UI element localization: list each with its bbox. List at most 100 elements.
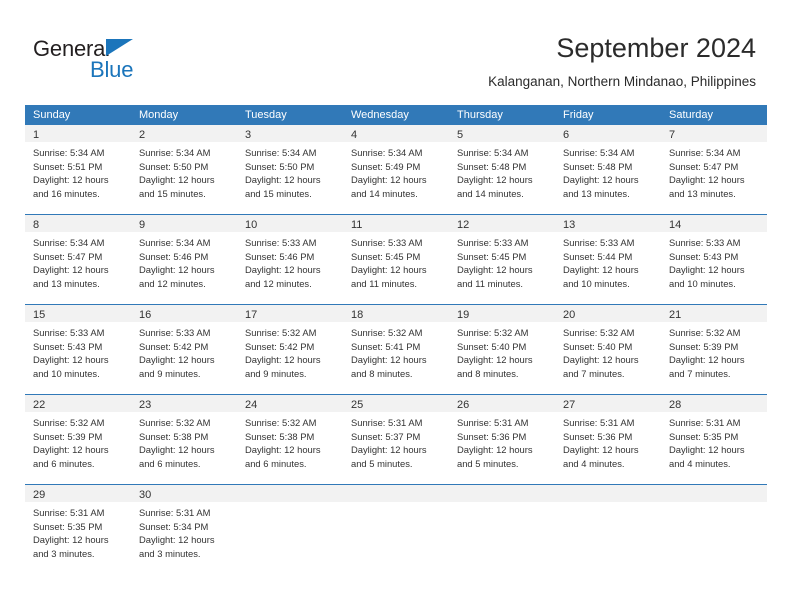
day-cell[interactable]: 11 Sunrise: 5:33 AM Sunset: 5:45 PM Dayl… [343, 215, 449, 304]
day-cell[interactable]: 17 Sunrise: 5:32 AM Sunset: 5:42 PM Dayl… [237, 305, 343, 394]
day-number: 8 [33, 219, 40, 231]
day-cell[interactable]: 10 Sunrise: 5:33 AM Sunset: 5:46 PM Dayl… [237, 215, 343, 304]
day-cell[interactable]: 25 Sunrise: 5:31 AM Sunset: 5:37 PM Dayl… [343, 395, 449, 484]
day-number-band: 30 [131, 485, 237, 502]
daylight-text-line2: and 6 minutes. [33, 457, 95, 469]
weekday-header-tuesday: Tuesday [245, 109, 287, 121]
day-cell[interactable]: 8 Sunrise: 5:34 AM Sunset: 5:47 PM Dayli… [25, 215, 131, 304]
day-cell[interactable]: 18 Sunrise: 5:32 AM Sunset: 5:41 PM Dayl… [343, 305, 449, 394]
sunrise-text: Sunrise: 5:33 AM [669, 237, 741, 248]
logo-text-blue: Blue [90, 57, 134, 82]
day-number: 23 [139, 399, 152, 411]
daylight-text-line1: Daylight: 12 hours [33, 444, 109, 456]
day-cell-empty [237, 485, 343, 574]
day-cell[interactable]: 14 Sunrise: 5:33 AM Sunset: 5:43 PM Dayl… [661, 215, 767, 304]
day-number-band: 26 [449, 395, 555, 412]
daylight-text-line2: and 3 minutes. [139, 547, 201, 559]
day-cell[interactable]: 16 Sunrise: 5:33 AM Sunset: 5:42 PM Dayl… [131, 305, 237, 394]
day-number-band: 23 [131, 395, 237, 412]
sunset-text: Sunset: 5:50 PM [139, 160, 209, 172]
day-info: Sunrise: 5:33 AM Sunset: 5:42 PM Dayligh… [131, 322, 237, 386]
day-number-band: 8 [25, 215, 131, 232]
page-header: General Blue September 2024 Kalanganan, … [0, 0, 792, 103]
daylight-text-line1: Daylight: 12 hours [245, 264, 321, 276]
day-number: 22 [33, 399, 46, 411]
day-cell[interactable]: 15 Sunrise: 5:33 AM Sunset: 5:43 PM Dayl… [25, 305, 131, 394]
weekday-header-friday: Friday [563, 109, 594, 121]
day-number: 14 [669, 219, 682, 231]
daylight-text-line2: and 11 minutes. [457, 277, 524, 289]
sunset-text: Sunset: 5:36 PM [563, 430, 633, 442]
sunset-text: Sunset: 5:49 PM [351, 160, 421, 172]
day-cell[interactable]: 26 Sunrise: 5:31 AM Sunset: 5:36 PM Dayl… [449, 395, 555, 484]
day-cell[interactable]: 20 Sunrise: 5:32 AM Sunset: 5:40 PM Dayl… [555, 305, 661, 394]
day-cell[interactable]: 6 Sunrise: 5:34 AM Sunset: 5:48 PM Dayli… [555, 125, 661, 214]
day-info: Sunrise: 5:31 AM Sunset: 5:35 PM Dayligh… [25, 502, 131, 566]
day-number-band: 2 [131, 125, 237, 142]
day-cell[interactable]: 29 Sunrise: 5:31 AM Sunset: 5:35 PM Dayl… [25, 485, 131, 574]
day-info: Sunrise: 5:33 AM Sunset: 5:44 PM Dayligh… [555, 232, 661, 296]
day-cell[interactable]: 13 Sunrise: 5:33 AM Sunset: 5:44 PM Dayl… [555, 215, 661, 304]
day-cell-empty [555, 485, 661, 574]
day-cell[interactable]: 4 Sunrise: 5:34 AM Sunset: 5:49 PM Dayli… [343, 125, 449, 214]
sunrise-text: Sunrise: 5:32 AM [351, 327, 423, 338]
daylight-text-line1: Daylight: 12 hours [669, 174, 745, 186]
day-cell[interactable]: 5 Sunrise: 5:34 AM Sunset: 5:48 PM Dayli… [449, 125, 555, 214]
day-number: 26 [457, 399, 470, 411]
daylight-text-line1: Daylight: 12 hours [669, 354, 745, 366]
daylight-text-line2: and 3 minutes. [33, 547, 95, 559]
day-cell[interactable]: 2 Sunrise: 5:34 AM Sunset: 5:50 PM Dayli… [131, 125, 237, 214]
sunrise-text: Sunrise: 5:34 AM [245, 147, 317, 158]
day-number-band [661, 485, 767, 502]
sunset-text: Sunset: 5:39 PM [669, 340, 739, 352]
sunset-text: Sunset: 5:34 PM [139, 520, 209, 532]
day-info: Sunrise: 5:34 AM Sunset: 5:47 PM Dayligh… [25, 232, 131, 296]
day-info [237, 502, 343, 512]
day-number: 19 [457, 309, 470, 321]
daylight-text-line1: Daylight: 12 hours [33, 174, 109, 186]
day-number-band: 10 [237, 215, 343, 232]
day-number: 28 [669, 399, 682, 411]
day-cell[interactable]: 23 Sunrise: 5:32 AM Sunset: 5:38 PM Dayl… [131, 395, 237, 484]
sunset-text: Sunset: 5:48 PM [563, 160, 633, 172]
day-cell[interactable]: 7 Sunrise: 5:34 AM Sunset: 5:47 PM Dayli… [661, 125, 767, 214]
day-number-band: 17 [237, 305, 343, 322]
daylight-text-line1: Daylight: 12 hours [563, 444, 639, 456]
day-number-band: 11 [343, 215, 449, 232]
day-info: Sunrise: 5:33 AM Sunset: 5:45 PM Dayligh… [343, 232, 449, 296]
day-info: Sunrise: 5:34 AM Sunset: 5:50 PM Dayligh… [131, 142, 237, 206]
day-number-band [449, 485, 555, 502]
day-cell[interactable]: 19 Sunrise: 5:32 AM Sunset: 5:40 PM Dayl… [449, 305, 555, 394]
sunset-text: Sunset: 5:35 PM [669, 430, 739, 442]
daylight-text-line1: Daylight: 12 hours [139, 354, 215, 366]
day-number: 5 [457, 129, 464, 141]
day-number: 25 [351, 399, 364, 411]
daylight-text-line1: Daylight: 12 hours [139, 174, 215, 186]
day-cell[interactable]: 9 Sunrise: 5:34 AM Sunset: 5:46 PM Dayli… [131, 215, 237, 304]
day-number-band: 1 [25, 125, 131, 142]
sunset-text: Sunset: 5:41 PM [351, 340, 421, 352]
day-cell[interactable]: 24 Sunrise: 5:32 AM Sunset: 5:38 PM Dayl… [237, 395, 343, 484]
day-cell[interactable]: 3 Sunrise: 5:34 AM Sunset: 5:50 PM Dayli… [237, 125, 343, 214]
day-cell[interactable]: 21 Sunrise: 5:32 AM Sunset: 5:39 PM Dayl… [661, 305, 767, 394]
daylight-text-line2: and 12 minutes. [245, 277, 312, 289]
daylight-text-line2: and 7 minutes. [563, 367, 625, 379]
sunset-text: Sunset: 5:45 PM [351, 250, 421, 262]
day-cell[interactable]: 30 Sunrise: 5:31 AM Sunset: 5:34 PM Dayl… [131, 485, 237, 574]
day-cell[interactable]: 12 Sunrise: 5:33 AM Sunset: 5:45 PM Dayl… [449, 215, 555, 304]
day-cell[interactable]: 28 Sunrise: 5:31 AM Sunset: 5:35 PM Dayl… [661, 395, 767, 484]
day-cell[interactable]: 1 Sunrise: 5:34 AM Sunset: 5:51 PM Dayli… [25, 125, 131, 214]
day-cell[interactable]: 22 Sunrise: 5:32 AM Sunset: 5:39 PM Dayl… [25, 395, 131, 484]
general-blue-logo[interactable]: General Blue [33, 36, 173, 84]
daylight-text-line1: Daylight: 12 hours [457, 354, 533, 366]
day-cell[interactable]: 27 Sunrise: 5:31 AM Sunset: 5:36 PM Dayl… [555, 395, 661, 484]
day-number: 7 [669, 129, 676, 141]
day-number-band: 12 [449, 215, 555, 232]
day-number: 15 [33, 309, 46, 321]
daylight-text-line1: Daylight: 12 hours [669, 264, 745, 276]
daylight-text-line1: Daylight: 12 hours [351, 264, 427, 276]
weekday-header-thursday: Thursday [457, 109, 503, 121]
sunset-text: Sunset: 5:35 PM [33, 520, 103, 532]
sunset-text: Sunset: 5:39 PM [33, 430, 103, 442]
daylight-text-line1: Daylight: 12 hours [669, 444, 745, 456]
